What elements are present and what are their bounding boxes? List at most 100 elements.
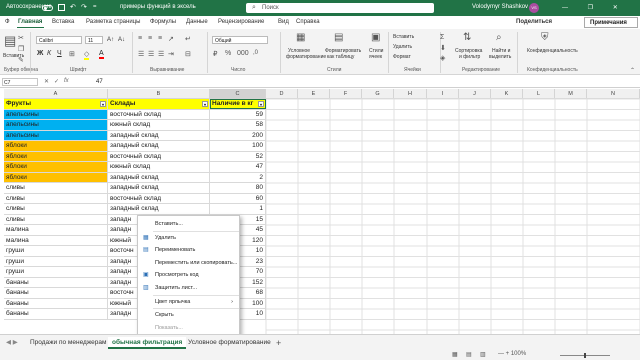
find-select-icon[interactable]: ⌕ xyxy=(496,32,502,43)
tab-view[interactable]: Вид xyxy=(278,19,289,25)
comments-button[interactable]: Примечания xyxy=(584,17,638,28)
align-middle-icon[interactable]: ≡ xyxy=(148,35,152,42)
tab-review[interactable]: Рецензирование xyxy=(218,19,264,25)
tab-page-layout[interactable]: Разметка страницы xyxy=(86,19,140,25)
fruit-cell[interactable]: малина xyxy=(4,235,108,246)
column-header-c[interactable]: C xyxy=(210,89,266,99)
conditional-formatting-icon[interactable]: ▦ xyxy=(296,32,305,43)
collapse-ribbon-icon[interactable]: ⌃ xyxy=(630,67,635,74)
fruit-cell[interactable]: бананы xyxy=(4,298,108,309)
warehouse-cell[interactable]: восточный склад xyxy=(108,109,210,120)
format-as-table-icon[interactable]: ▤ xyxy=(334,32,343,43)
fruit-cell[interactable]: яблоки xyxy=(4,172,108,183)
column-header-d[interactable]: D xyxy=(266,89,298,99)
align-top-icon[interactable]: ≡ xyxy=(138,35,142,42)
column-header-b[interactable]: B xyxy=(108,89,210,99)
align-right-icon[interactable]: ☰ xyxy=(158,50,164,58)
conditional-formatting-button-line2[interactable]: форматирование xyxy=(286,54,326,60)
warehouse-cell[interactable]: западный склад xyxy=(108,183,210,194)
fruit-cell[interactable]: груши xyxy=(4,246,108,257)
sensitivity-button[interactable]: Конфиденциальность xyxy=(527,48,578,54)
merge-cells-icon[interactable]: ⊟ xyxy=(185,50,191,58)
fruit-cell[interactable]: апельсины xyxy=(4,109,108,120)
context-menu-item[interactable]: ▦ Удалить xyxy=(138,232,239,244)
context-menu-item[interactable]: Скрыть xyxy=(138,309,239,321)
header-cell[interactable]: Фрукты ▾ xyxy=(4,99,108,110)
cancel-icon[interactable]: ✕ xyxy=(44,78,49,85)
tab-insert[interactable]: Вставка xyxy=(52,19,74,25)
italic-button[interactable]: К xyxy=(47,50,51,57)
column-header-j[interactable]: J xyxy=(459,89,491,99)
fill-color-icon[interactable]: ◇ xyxy=(84,50,90,60)
quick-access-customize[interactable]: = xyxy=(93,4,97,10)
tab-formulas[interactable]: Формулы xyxy=(150,19,176,25)
page-layout-view-icon[interactable]: ▤ xyxy=(466,351,472,358)
column-header-f[interactable]: F xyxy=(330,89,362,99)
filter-dropdown-icon[interactable]: ▾ xyxy=(202,101,208,107)
sheet-nav-arrows[interactable]: ◀ ▶ xyxy=(2,337,22,349)
percent-icon[interactable]: % xyxy=(225,50,231,57)
fruit-cell[interactable]: сливы xyxy=(4,214,108,225)
borders-icon[interactable]: ⊞ xyxy=(69,50,75,58)
fruit-cell[interactable]: яблоки xyxy=(4,162,108,173)
underline-button[interactable]: Ч xyxy=(57,50,62,57)
context-menu-item[interactable]: ▥ Защитить лист... xyxy=(138,282,239,294)
save-icon[interactable] xyxy=(58,4,65,11)
thousands-icon[interactable]: 000 xyxy=(237,50,249,57)
warehouse-cell[interactable]: западный склад xyxy=(108,172,210,183)
copy-icon[interactable]: ❐ xyxy=(18,45,24,53)
format-as-table-button-line2[interactable]: как таблицу xyxy=(327,54,354,60)
warehouse-cell[interactable]: южный склад xyxy=(108,162,210,173)
column-header-n[interactable]: N xyxy=(587,89,640,99)
column-header-a[interactable]: A xyxy=(4,89,108,99)
name-box[interactable]: C7 xyxy=(2,78,38,86)
quantity-cell[interactable]: 59 xyxy=(210,109,266,120)
sheet-tab-sales[interactable]: Продажи по менеджерам xyxy=(26,337,111,349)
insert-cells-button[interactable]: Вставить xyxy=(393,34,414,40)
sheet-tab-filtering[interactable]: обычная фильтрация xyxy=(108,337,187,349)
column-header-i[interactable]: I xyxy=(427,89,459,99)
page-break-view-icon[interactable]: ▥ xyxy=(480,351,486,358)
align-left-icon[interactable]: ☰ xyxy=(138,50,144,58)
clear-icon[interactable]: ◈ xyxy=(440,54,445,62)
number-format-select[interactable]: Общий xyxy=(212,36,268,44)
tab-data[interactable]: Данные xyxy=(186,19,208,25)
avatar[interactable]: VS xyxy=(529,3,539,13)
fruit-cell[interactable]: бананы xyxy=(4,288,108,299)
column-header-l[interactable]: L xyxy=(523,89,555,99)
quantity-cell[interactable]: 1 xyxy=(210,204,266,215)
fruit-cell[interactable]: груши xyxy=(4,267,108,278)
delete-cells-button[interactable]: Удалить xyxy=(393,44,412,50)
fruit-cell[interactable]: яблоки xyxy=(4,141,108,152)
fruit-cell[interactable]: малина xyxy=(4,225,108,236)
bold-button[interactable]: Ж xyxy=(37,50,43,57)
align-center-icon[interactable]: ☰ xyxy=(148,50,154,58)
column-header-e[interactable]: E xyxy=(298,89,330,99)
normal-view-icon[interactable]: ▦ xyxy=(452,351,458,358)
warehouse-cell[interactable]: западный склад xyxy=(108,204,210,215)
autosave-toggle[interactable] xyxy=(42,5,53,11)
fruit-cell[interactable]: яблоки xyxy=(4,151,108,162)
tab-file[interactable]: Ф xyxy=(5,19,10,25)
quantity-cell[interactable]: 80 xyxy=(210,183,266,194)
filter-dropdown-icon[interactable]: ▾ xyxy=(100,101,106,107)
fruit-cell[interactable]: апельсины xyxy=(4,130,108,141)
window-controls[interactable]: — ❐ ✕ xyxy=(562,4,627,11)
font-size-select[interactable]: 11 xyxy=(85,36,103,44)
redo-icon[interactable]: ↷ xyxy=(81,3,87,11)
fill-icon[interactable]: ⬇ xyxy=(440,44,446,52)
format-painter-icon[interactable]: ✎ xyxy=(18,56,24,64)
quantity-cell[interactable]: 2 xyxy=(210,172,266,183)
context-menu-item[interactable]: ▤ Переименовать xyxy=(138,244,239,256)
decimal-icon[interactable]: ,0 xyxy=(253,50,258,56)
column-header-k[interactable]: K xyxy=(491,89,523,99)
column-header-h[interactable]: H xyxy=(394,89,427,99)
sensitivity-icon[interactable]: ⛨ xyxy=(541,32,549,43)
fruit-cell[interactable]: груши xyxy=(4,256,108,267)
context-menu-item[interactable]: ▣ Просмотреть код xyxy=(138,269,239,281)
sort-filter-icon[interactable]: ⇅ xyxy=(463,32,471,43)
zoom-slider-thumb[interactable] xyxy=(584,353,586,358)
search-box[interactable]: ⌕ Поиск xyxy=(246,3,434,13)
tab-help[interactable]: Справка xyxy=(296,19,320,25)
quantity-cell[interactable]: 52 xyxy=(210,151,266,162)
